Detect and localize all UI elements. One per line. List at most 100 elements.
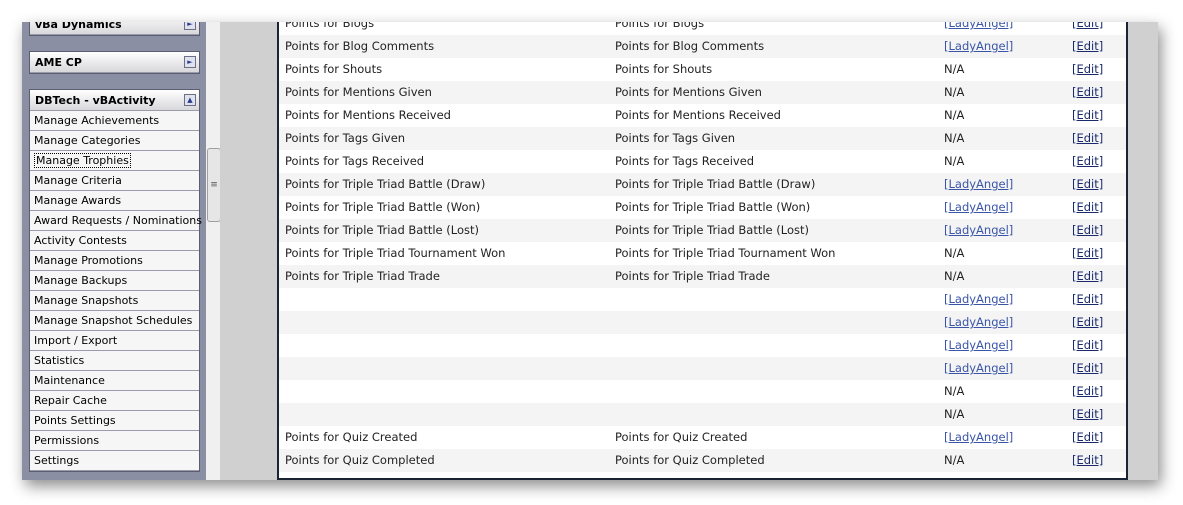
- sidebar-item[interactable]: Import / Export: [30, 331, 199, 351]
- row-title: Points for Triple Triad Battle (Lost): [285, 223, 480, 237]
- row-title: Points for Triple Triad Battle (Draw): [285, 177, 486, 191]
- row-title: Points for Tags Received: [285, 154, 425, 168]
- sidebar-item-label: Manage Trophies: [34, 153, 131, 168]
- splitter-grip-icon[interactable]: ≡: [207, 148, 221, 222]
- sidebar-item[interactable]: Manage Awards: [30, 191, 199, 211]
- sidebar-item[interactable]: Settings: [30, 451, 199, 471]
- edit-link[interactable]: [Edit]: [1072, 58, 1103, 81]
- user-link[interactable]: [LadyAngel]: [944, 426, 1013, 449]
- table-row: Points for Tags Received Points for Tags …: [279, 150, 1126, 173]
- row-varname: Points for Shouts: [615, 62, 713, 76]
- edit-link[interactable]: [Edit]: [1072, 380, 1103, 403]
- sidebar-item-label: Manage Snapshot Schedules: [34, 314, 193, 327]
- user-link[interactable]: [LadyAngel]: [944, 22, 1013, 35]
- user-na: N/A: [944, 269, 965, 283]
- main-content: Points for Blogs Points for Blogs [LadyAng…: [220, 22, 1158, 480]
- row-title: Points for Blog Comments: [285, 39, 435, 53]
- edit-link[interactable]: [Edit]: [1072, 219, 1103, 242]
- sidebar-item-label: Import / Export: [34, 334, 118, 347]
- table-row: Points for Triple Triad Battle (Draw) Poi…: [279, 173, 1126, 196]
- user-link[interactable]: [LadyAngel]: [944, 288, 1013, 311]
- table-row: Points for Triple Triad Tournament Won Po…: [279, 242, 1126, 265]
- sidebar-item-label: Points Settings: [34, 414, 116, 427]
- table-row: Points for Mentions Given Points for Ment…: [279, 81, 1126, 104]
- row-title: Points for Mentions Received: [285, 108, 451, 122]
- user-link[interactable]: [LadyAngel]: [944, 219, 1013, 242]
- sidebar: vBa Dynamics ► AME CP ► DBTech - vBActiv…: [22, 22, 206, 480]
- sidebar-item[interactable]: Award Requests / Nominations: [30, 211, 202, 231]
- edit-link[interactable]: [Edit]: [1072, 173, 1103, 196]
- row-title: Points for Quiz Completed: [285, 453, 435, 467]
- user-link[interactable]: [LadyAngel]: [944, 35, 1013, 58]
- table-row: Points for Blogs Points for Blogs [LadyAng…: [279, 22, 1126, 35]
- expand-arrow-icon[interactable]: ►: [184, 22, 196, 30]
- edit-link[interactable]: [Edit]: [1072, 35, 1103, 58]
- group-header[interactable]: vBa Dynamics ►: [30, 22, 199, 35]
- user-link[interactable]: [LadyAngel]: [944, 334, 1013, 357]
- row-varname: Points for Triple Triad Battle (Draw): [615, 177, 816, 191]
- sidebar-item[interactable]: Manage Backups: [30, 271, 199, 291]
- user-na: N/A: [944, 154, 965, 168]
- user-na: N/A: [944, 85, 965, 99]
- sidebar-item[interactable]: Maintenance: [30, 371, 199, 391]
- expand-arrow-icon[interactable]: ►: [184, 56, 196, 68]
- user-link[interactable]: [LadyAngel]: [944, 196, 1013, 219]
- user-na: N/A: [944, 108, 965, 122]
- user-na: N/A: [944, 62, 965, 76]
- group-header[interactable]: AME CP ►: [30, 52, 199, 73]
- edit-link[interactable]: [Edit]: [1072, 127, 1103, 150]
- edit-link[interactable]: [Edit]: [1072, 150, 1103, 173]
- sidebar-item-label: Permissions: [34, 434, 100, 447]
- sidebar-item[interactable]: Points Settings: [30, 411, 199, 431]
- sidebar-item-label: Manage Snapshots: [34, 294, 139, 307]
- edit-link[interactable]: [Edit]: [1072, 288, 1103, 311]
- row-title: Points for Quiz Created: [285, 430, 418, 444]
- sidebar-item[interactable]: Repair Cache: [30, 391, 199, 411]
- row-title: Points for Triple Triad Trade: [285, 269, 440, 283]
- user-link[interactable]: [LadyAngel]: [944, 311, 1013, 334]
- sidebar-item-label: Statistics: [34, 354, 85, 367]
- table-row: Points for Mentions Received Points for M…: [279, 104, 1126, 127]
- sidebar-item[interactable]: Manage Snapshots: [30, 291, 199, 311]
- sidebar-item-label: Manage Achievements: [34, 114, 160, 127]
- row-varname: Points for Tags Received: [615, 154, 755, 168]
- edit-link[interactable]: [Edit]: [1072, 242, 1103, 265]
- sidebar-item[interactable]: Manage Categories: [30, 131, 199, 151]
- frame-splitter[interactable]: ≡: [206, 22, 221, 480]
- sidebar-item-label: Manage Promotions: [34, 254, 143, 267]
- table-row: [LadyAngel] [Edit]: [279, 288, 1126, 311]
- edit-link[interactable]: [Edit]: [1072, 426, 1103, 449]
- edit-link[interactable]: [Edit]: [1072, 311, 1103, 334]
- edit-link[interactable]: [Edit]: [1072, 265, 1103, 288]
- edit-link[interactable]: [Edit]: [1072, 81, 1103, 104]
- edit-link[interactable]: [Edit]: [1072, 22, 1103, 35]
- user-na: N/A: [944, 384, 965, 398]
- row-title: Points for Tags Given: [285, 131, 406, 145]
- sidebar-item[interactable]: Permissions: [30, 431, 199, 451]
- table-row: N/A [Edit]: [279, 403, 1126, 426]
- row-varname: Points for Mentions Given: [615, 85, 762, 99]
- table-row: [LadyAngel] [Edit]: [279, 357, 1126, 380]
- sidebar-item[interactable]: Statistics: [30, 351, 199, 371]
- user-link[interactable]: [LadyAngel]: [944, 357, 1013, 380]
- sidebar-item[interactable]: Manage Promotions: [30, 251, 199, 271]
- edit-link[interactable]: [Edit]: [1072, 403, 1103, 426]
- sidebar-item[interactable]: Activity Contests: [30, 231, 199, 251]
- collapse-arrow-icon[interactable]: ▲: [184, 94, 196, 106]
- sidebar-item[interactable]: Manage Achievements: [30, 111, 199, 131]
- edit-link[interactable]: [Edit]: [1072, 196, 1103, 219]
- row-varname: Points for Mentions Received: [615, 108, 781, 122]
- table-row: Points for Tags Given Points for Tags Giv…: [279, 127, 1126, 150]
- sidebar-item[interactable]: Manage Criteria: [30, 171, 199, 191]
- edit-link[interactable]: [Edit]: [1072, 449, 1103, 472]
- edit-link[interactable]: [Edit]: [1072, 334, 1103, 357]
- row-title: Points for Triple Triad Tournament Won: [285, 246, 506, 260]
- sidebar-item-label: Settings: [34, 454, 80, 467]
- group-title: DBTech - vBActivity: [35, 94, 156, 107]
- edit-link[interactable]: [Edit]: [1072, 104, 1103, 127]
- edit-link[interactable]: [Edit]: [1072, 357, 1103, 380]
- sidebar-item[interactable]: Manage Snapshot Schedules: [30, 311, 199, 331]
- user-link[interactable]: [LadyAngel]: [944, 173, 1013, 196]
- group-header[interactable]: DBTech - vBActivity ▲: [30, 90, 199, 111]
- sidebar-item[interactable]: Manage Trophies: [30, 151, 199, 171]
